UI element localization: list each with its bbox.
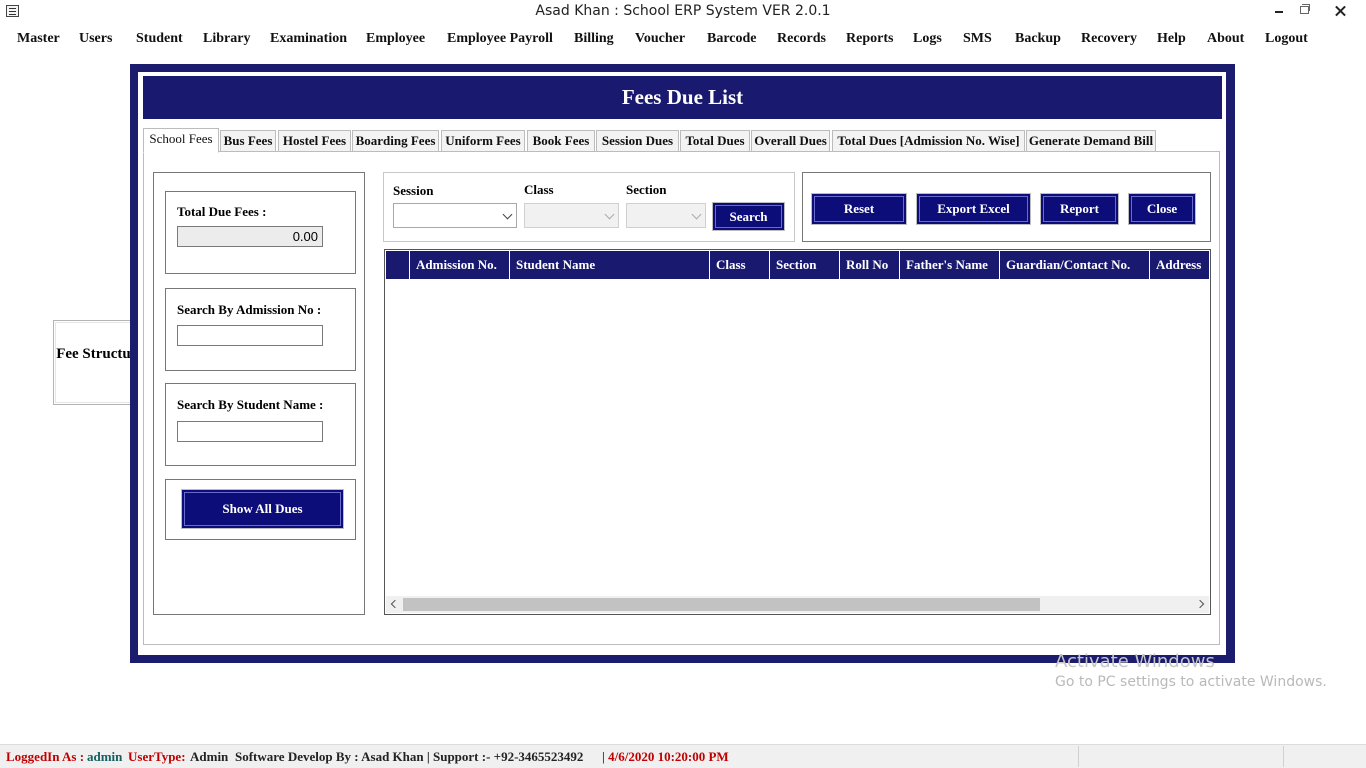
col-fathers-name[interactable]: Father's Name [900, 251, 1000, 279]
school-fees-panel: Total Due Fees : 0.00 Search By Admissio… [143, 151, 1220, 645]
col-address[interactable]: Address [1150, 251, 1209, 279]
total-due-field: 0.00 [177, 226, 323, 247]
student-name-search-label: Search By Student Name : [177, 397, 324, 412]
usertype-value: Admin [190, 749, 229, 764]
scroll-thumb[interactable] [403, 598, 1040, 611]
total-due-label: Total Due Fees : [177, 204, 267, 219]
filter-box: Session Class Section Search [383, 172, 795, 242]
menu-bar: Master Users Student Library Examination… [0, 26, 1366, 52]
menu-voucher[interactable]: Voucher [635, 31, 685, 47]
tab-session-dues[interactable]: Session Dues [596, 130, 679, 152]
col-class[interactable]: Class [710, 251, 770, 279]
restore-icon[interactable] [1292, 0, 1318, 22]
close-icon[interactable] [1318, 0, 1364, 22]
admission-search-group: Search By Admission No : [165, 288, 356, 371]
usertype-label: UserType: [128, 749, 186, 764]
col-guardian-contact[interactable]: Guardian/Contact No. [1000, 251, 1150, 279]
chevron-down-icon [502, 209, 513, 220]
grid-header: Admission No. Student Name Class Section… [386, 251, 1209, 279]
logged-in-user: admin [87, 749, 123, 764]
tab-boarding-fees[interactable]: Boarding Fees [352, 130, 439, 152]
scroll-right-icon[interactable] [1195, 599, 1205, 609]
fee-structure-button[interactable]: Fee Structure [53, 320, 144, 405]
tab-hostel-fees[interactable]: Hostel Fees [278, 130, 351, 152]
action-box: Reset Export Excel Report Close [802, 172, 1211, 242]
col-section[interactable]: Section [770, 251, 840, 279]
chevron-down-icon [691, 209, 702, 220]
total-due-group: Total Due Fees : 0.00 [165, 191, 356, 274]
col-roll-no[interactable]: Roll No [840, 251, 900, 279]
menu-employee[interactable]: Employee [366, 31, 425, 47]
section-select[interactable] [626, 203, 706, 228]
developer-info: Software Develop By : Asad Khan | Suppor… [235, 749, 584, 764]
logged-in-label: LoggedIn As : [6, 749, 85, 764]
dialog-body: Fees Due List School Fees Bus Fees Hoste… [138, 72, 1226, 655]
title-bar: Asad Khan : School ERP System VER 2.0.1 [0, 0, 1366, 24]
close-button[interactable]: Close [1129, 194, 1195, 224]
menu-about[interactable]: About [1207, 31, 1244, 47]
admission-search-input[interactable] [177, 325, 323, 346]
col-admission-no[interactable]: Admission No. [410, 251, 510, 279]
menu-master[interactable]: Master [17, 31, 60, 47]
tab-book-fees[interactable]: Book Fees [527, 130, 595, 152]
menu-backup[interactable]: Backup [1015, 31, 1061, 47]
activation-watermark: Activate Windows Go to PC settings to ac… [1055, 651, 1327, 690]
tab-bus-fees[interactable]: Bus Fees [220, 130, 276, 152]
menu-help[interactable]: Help [1157, 31, 1186, 47]
report-button[interactable]: Report [1041, 194, 1118, 224]
class-select[interactable] [524, 203, 619, 228]
tab-generate-demand-bill[interactable]: Generate Demand Bill [1026, 130, 1156, 152]
menu-barcode[interactable]: Barcode [707, 31, 757, 47]
menu-users[interactable]: Users [79, 31, 112, 47]
status-panel-1 [1078, 746, 1283, 767]
menu-logs[interactable]: Logs [913, 31, 942, 47]
status-bar: LoggedIn As : admin UserType: Admin Soft… [0, 744, 1366, 768]
menu-employee-payroll[interactable]: Employee Payroll [447, 31, 553, 47]
chevron-down-icon [604, 209, 615, 220]
menu-sms[interactable]: SMS [963, 31, 992, 47]
show-all-dues-button[interactable]: Show All Dues [182, 490, 343, 528]
minimize-icon[interactable] [1267, 0, 1293, 22]
tab-uniform-fees[interactable]: Uniform Fees [441, 130, 525, 152]
reset-button[interactable]: Reset [812, 194, 906, 224]
student-name-search-group: Search By Student Name : [165, 383, 356, 466]
show-all-group: Show All Dues [165, 479, 356, 540]
horizontal-scrollbar[interactable] [386, 596, 1209, 613]
menu-examination[interactable]: Examination [270, 31, 347, 47]
tab-overall-dues[interactable]: Overall Dues [751, 130, 830, 152]
export-excel-button[interactable]: Export Excel [917, 194, 1030, 224]
watermark-line-1: Activate Windows [1055, 651, 1215, 672]
tab-school-fees[interactable]: School Fees [143, 128, 219, 153]
session-select[interactable] [393, 203, 517, 228]
scroll-left-icon[interactable] [390, 599, 400, 609]
menu-student[interactable]: Student [136, 31, 183, 47]
menu-reports[interactable]: Reports [846, 31, 893, 47]
col-student-name[interactable]: Student Name [510, 251, 710, 279]
tab-total-dues-admission[interactable]: Total Dues [Admission No. Wise] [832, 130, 1025, 152]
menu-records[interactable]: Records [777, 31, 826, 47]
dues-grid[interactable]: Admission No. Student Name Class Section… [384, 249, 1211, 615]
class-label: Class [524, 182, 554, 197]
menu-library[interactable]: Library [203, 31, 250, 47]
session-label: Session [393, 183, 434, 198]
window-title: Asad Khan : School ERP System VER 2.0.1 [535, 3, 831, 19]
tab-total-dues[interactable]: Total Dues [680, 130, 750, 152]
fees-due-dialog: Fees Due List School Fees Bus Fees Hoste… [130, 64, 1235, 663]
status-datetime: | 4/6/2020 10:20:00 PM [602, 749, 729, 764]
left-search-panel: Total Due Fees : 0.00 Search By Admissio… [153, 172, 365, 615]
menu-recovery[interactable]: Recovery [1081, 31, 1137, 47]
section-label: Section [626, 182, 667, 197]
dialog-title: Fees Due List [143, 76, 1222, 119]
status-panel-2 [1283, 746, 1366, 767]
admission-search-label: Search By Admission No : [177, 302, 322, 317]
search-button[interactable]: Search [713, 203, 784, 230]
menu-logout[interactable]: Logout [1265, 31, 1308, 47]
menu-billing[interactable]: Billing [574, 31, 614, 47]
watermark-line-2: Go to PC settings to activate Windows. [1055, 674, 1327, 690]
student-name-search-input[interactable] [177, 421, 323, 442]
row-header-column [386, 251, 410, 279]
